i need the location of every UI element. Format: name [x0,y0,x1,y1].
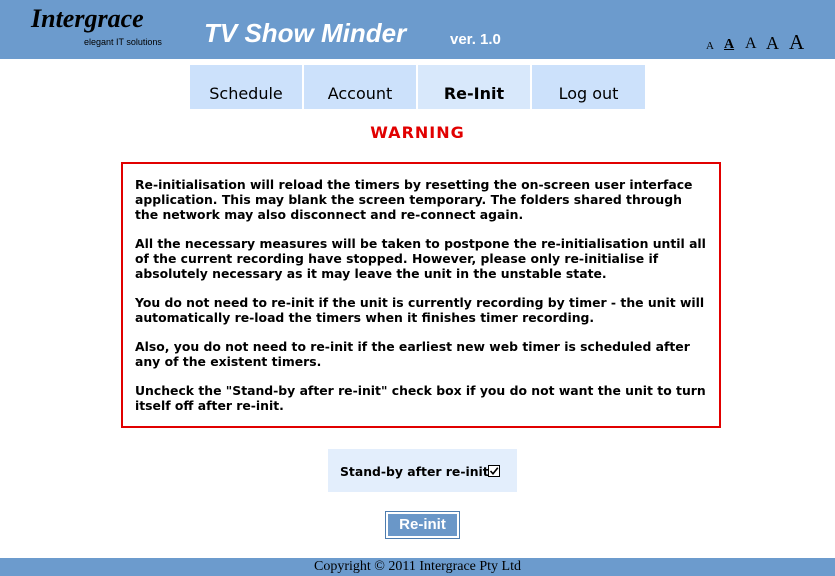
logo-tagline: elegant IT solutions [84,37,162,47]
app-title: TV Show Minder [204,18,407,48]
tab-schedule[interactable]: Schedule [190,65,302,109]
tab-account[interactable]: Account [304,65,416,109]
font-size-xlarge-button[interactable]: A [789,30,804,55]
standby-checkbox[interactable] [488,465,500,477]
font-size-medium-button[interactable]: A [745,35,757,53]
footer-bar: Copyright © 2011 Intergrace Pty Ltd [0,558,835,576]
warning-title: WARNING [370,123,465,142]
font-size-xsmall-button[interactable]: A [706,40,714,52]
warning-paragraph: Also, you do not need to re-init if the … [135,339,690,369]
header-bar: Intergrace elegant IT solutions TV Show … [0,0,835,59]
warning-paragraph: Uncheck the "Stand-by after re-init" che… [135,383,706,413]
tab-logout[interactable]: Log out [532,65,645,109]
standby-label: Stand-by after re-init [340,464,489,479]
check-icon [489,467,499,476]
logo-name: Intergrace [31,4,144,33]
warning-paragraph: All the necessary measures will be taken… [135,236,706,281]
reinit-button[interactable]: Re-init [385,511,460,539]
copyright-text: Copyright © 2011 Intergrace Pty Ltd [314,559,521,574]
warning-paragraph: You do not need to re-init if the unit i… [135,295,705,325]
font-size-large-button[interactable]: A [766,33,779,54]
app-version: ver. 1.0 [450,31,501,48]
warning-paragraph: Re-initialisation will reload the timers… [135,177,693,222]
font-size-small-button[interactable]: A [724,37,734,53]
standby-panel: Stand-by after re-init [328,449,517,492]
nav-tabs: Schedule Account Re-Init Log out [190,65,645,109]
tab-reinit[interactable]: Re-Init [418,65,530,109]
warning-box: Re-initialisation will reload the timers… [121,162,721,428]
